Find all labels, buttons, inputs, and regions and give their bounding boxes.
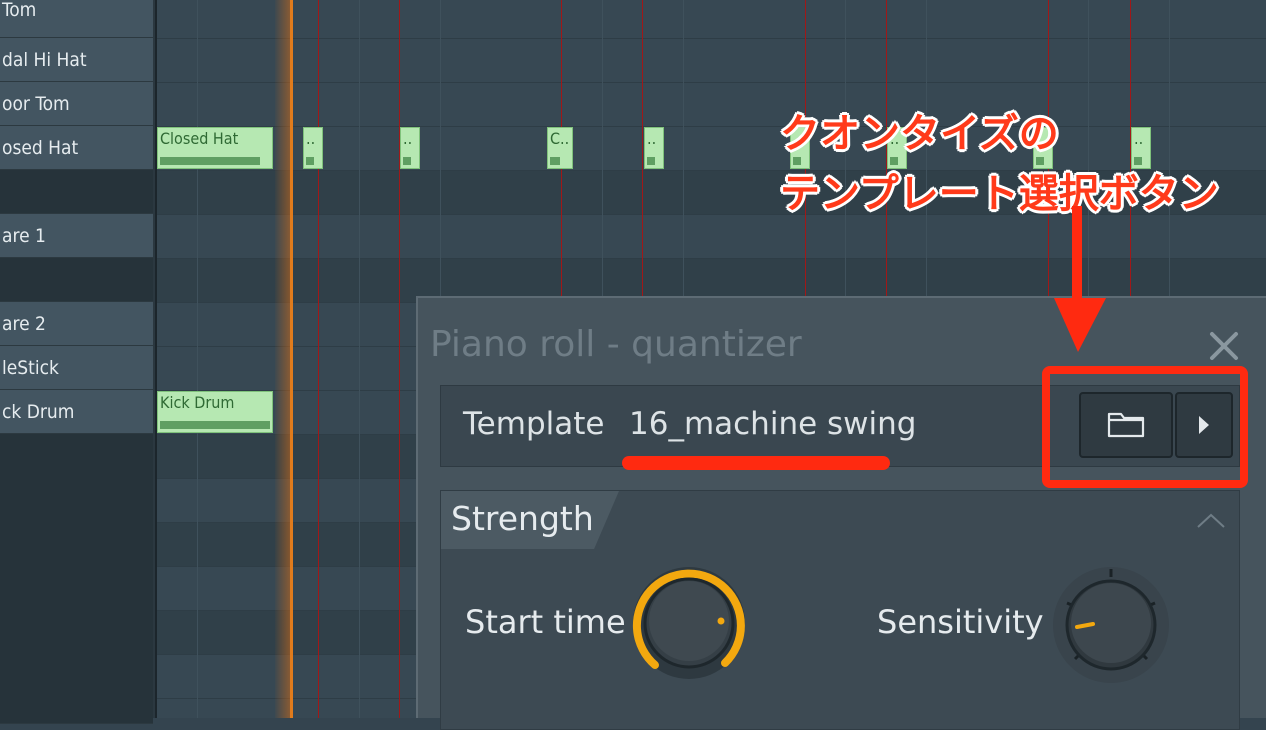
start-time-knob[interactable]: [629, 561, 753, 685]
strength-label: Strength: [451, 499, 594, 538]
piano-roll-keyboard: Tom dal Hi Hat oor Tom osed Hat are 1 ar…: [0, 0, 157, 724]
key-row[interactable]: [0, 170, 153, 214]
note-kick-drum[interactable]: Kick Drum: [157, 391, 273, 433]
note-label: Closed Hat: [160, 129, 239, 148]
bar-line: [318, 0, 319, 718]
annotation-highlight-box: [1042, 366, 1248, 488]
key-label: are 2: [2, 313, 46, 335]
quantizer-dialog: Piano roll - quantizer Template 16_machi…: [416, 296, 1266, 730]
key-label: Tom: [2, 0, 37, 21]
playhead-marker[interactable]: [290, 0, 293, 718]
key-row[interactable]: [0, 258, 153, 302]
note-velocity-bar: [647, 157, 655, 165]
note-closed-hat[interactable]: ..: [400, 127, 420, 169]
note-label: ..: [306, 129, 316, 148]
annotation-arrow-icon: [1054, 206, 1106, 352]
key-row[interactable]: are 1: [0, 214, 153, 258]
dialog-title: Piano roll - quantizer: [430, 324, 802, 365]
note-label: Kick Drum: [160, 393, 235, 412]
note-closed-hat[interactable]: Closed Hat: [157, 127, 273, 169]
beat-line: [359, 0, 360, 718]
grid-line: [157, 38, 1266, 39]
sensitivity-knob[interactable]: [1049, 563, 1173, 687]
strength-tab[interactable]: Strength: [441, 491, 619, 549]
chevron-up-icon[interactable]: [1196, 511, 1226, 529]
key-row[interactable]: ck Drum: [0, 390, 153, 434]
key-row[interactable]: osed Hat: [0, 126, 153, 170]
note-velocity-bar: [403, 157, 411, 165]
note-velocity-bar: [160, 157, 260, 165]
annotation-line-1: クオンタイズの: [780, 111, 1059, 157]
key-row[interactable]: leStick: [0, 346, 153, 390]
annotation-underline: [622, 456, 890, 470]
note-closed-hat[interactable]: C..: [547, 127, 573, 169]
beat-line: [197, 0, 198, 718]
key-label: ck Drum: [2, 401, 75, 423]
annotation-callout: クオンタイズの テンプレート選択ボタン: [780, 104, 1219, 224]
key-row[interactable]: Tom: [0, 0, 153, 38]
note-label: C..: [550, 129, 570, 148]
note-velocity-bar: [306, 157, 314, 165]
note-velocity-bar: [160, 421, 270, 429]
note-closed-hat[interactable]: ..: [644, 127, 664, 169]
note-velocity-bar: [550, 157, 560, 165]
note-closed-hat[interactable]: ..: [303, 127, 323, 169]
key-label: dal Hi Hat: [2, 49, 87, 71]
sensitivity-label: Sensitivity: [877, 603, 1044, 641]
annotation-line-2: テンプレート選択ボタン: [780, 171, 1219, 217]
note-label: ..: [403, 129, 413, 148]
template-value[interactable]: 16_machine swing: [629, 406, 916, 442]
key-label: leStick: [2, 357, 59, 379]
key-label: are 1: [2, 225, 46, 247]
bar-line: [399, 0, 400, 718]
grid-line: [157, 82, 1266, 83]
key-label: osed Hat: [2, 137, 79, 159]
strength-panel: Strength Start time Sensitivity: [440, 490, 1240, 730]
close-icon[interactable]: [1206, 328, 1242, 364]
key-row[interactable]: dal Hi Hat: [0, 38, 153, 82]
keyboard-empty-area: [0, 434, 153, 724]
template-label: Template: [463, 406, 605, 442]
key-label: oor Tom: [2, 93, 70, 115]
start-time-label: Start time: [465, 603, 626, 641]
key-row[interactable]: oor Tom: [0, 82, 153, 126]
key-row[interactable]: are 2: [0, 302, 153, 346]
note-label: ..: [647, 129, 657, 148]
